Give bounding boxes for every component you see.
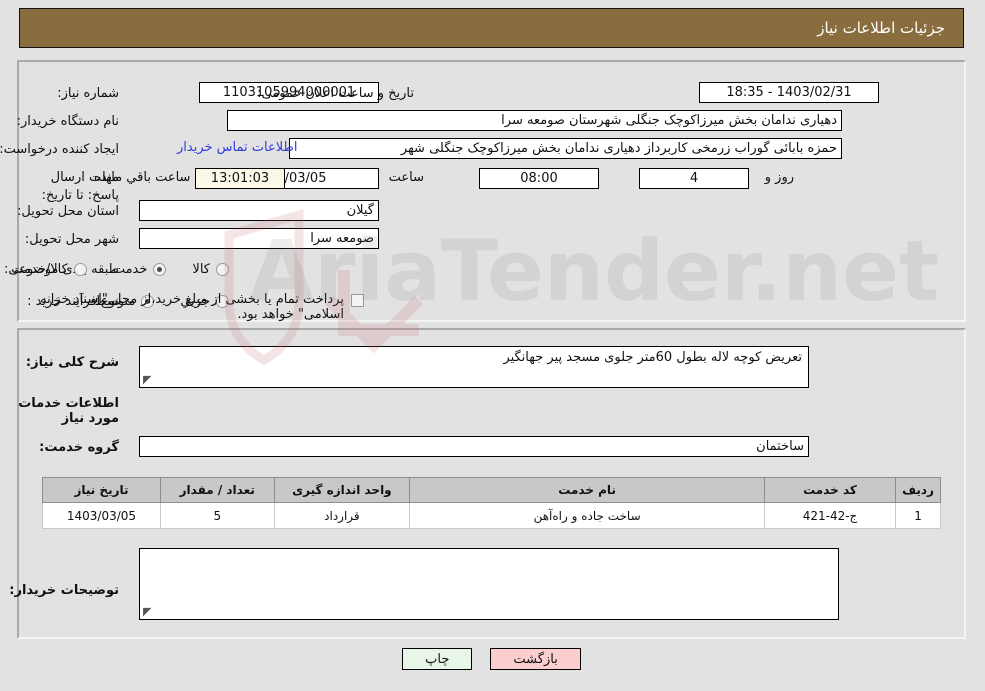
days-left-value: 4: [640, 168, 750, 189]
buyer-contact-link[interactable]: اطلاعات تماس خریدار: [178, 140, 298, 155]
category-option-kala-khedmat-label: کالا/خدمت: [12, 261, 69, 277]
service-group-label: گروه خدمت:: [40, 440, 120, 455]
services-table-header-row: ردیف کد خدمت نام خدمت واحد اندازه گیری ت…: [43, 477, 942, 503]
province-value: گیلان: [140, 200, 380, 221]
description-value: تعریض کوچه لاله بطول 60متر جلوی مسجد پیر…: [504, 350, 803, 365]
services-heading: اطلاعات خدمات مورد نیاز: [19, 396, 120, 426]
page-header: جزئیات اطلاعات نیاز: [20, 8, 965, 48]
city-value: صومعه سرا: [140, 228, 380, 249]
need-number-label-row: شماره نیاز:: [58, 82, 120, 104]
radio-kala-icon[interactable]: [217, 262, 230, 276]
page-title: جزئیات اطلاعات نیاز: [818, 19, 946, 37]
col-qty: تعداد / مقدار: [160, 477, 276, 503]
request-creator-label-row: ایجاد کننده درخواست:: [0, 138, 120, 160]
buyer-notes-label: توضیحات خریدار:: [10, 583, 120, 598]
treasury-text: پرداخت تمام یا بخشی از مبلغ خرید،از محل …: [41, 292, 345, 322]
announce-datetime-value: 1403/02/31 - 18:35: [700, 82, 880, 103]
deadline-time-label: ساعت: [389, 170, 425, 185]
cell-unit: قرارداد: [274, 502, 412, 529]
radio-khedmat-icon[interactable]: [154, 262, 168, 276]
description-label: شرح کلی نیاز:: [26, 355, 120, 370]
buyer-notes-textarea[interactable]: ◥: [140, 548, 840, 620]
category-option-kala-label: کالا: [193, 261, 211, 277]
button-bar: بازگشت چاپ: [0, 648, 985, 670]
city-label: شهر محل تحویل:: [25, 231, 120, 247]
col-code: کد خدمت: [764, 477, 898, 503]
print-button[interactable]: چاپ: [403, 648, 474, 670]
category-option-kala-khedmat[interactable]: کالا/خدمت: [12, 262, 88, 277]
services-table: ردیف کد خدمت نام خدمت واحد اندازه گیری ت…: [43, 477, 942, 529]
category-option-kala[interactable]: کالا: [193, 262, 230, 277]
description-textarea[interactable]: تعریض کوچه لاله بطول 60متر جلوی مسجد پیر…: [140, 346, 810, 388]
days-left-label: روز و: [765, 170, 795, 185]
service-group-value: ساختمان: [140, 436, 810, 457]
cell-row: 1: [896, 502, 942, 529]
resize-grip-icon-2[interactable]: ◥: [144, 605, 152, 618]
cell-date: 1403/03/05: [43, 502, 162, 529]
announce-datetime-label-row: تاریخ و ساعت اعلان عمومی:: [258, 82, 415, 104]
cell-qty: 5: [160, 502, 276, 529]
province-label-row: استان محل تحویل:: [18, 200, 120, 222]
category-option-khedmat[interactable]: خدمت: [114, 262, 168, 277]
province-label: استان محل تحویل:: [18, 203, 120, 219]
countdown-value: 13:01:03: [196, 168, 286, 189]
buyer-org-label: نام دستگاه خریدار:: [17, 113, 120, 129]
request-creator-label: ایجاد کننده درخواست:: [0, 141, 120, 157]
announce-datetime-label: تاریخ و ساعت اعلان عمومی:: [258, 85, 415, 101]
category-options: کالا خدمت کالا/خدمت: [0, 258, 230, 280]
resize-grip-icon[interactable]: ◥: [144, 373, 152, 386]
city-label-row: شهر محل تحویل:: [26, 228, 120, 250]
need-number-label: شماره نیاز:: [58, 85, 120, 101]
category-option-khedmat-label: خدمت: [113, 261, 149, 277]
table-row: 1 ج-42-421 ساخت جاده و راه‌آهن قرارداد 5…: [43, 502, 942, 529]
col-name: نام خدمت: [410, 477, 766, 503]
countdown-label: ساعت باقي مانده: [95, 170, 192, 185]
col-unit: واحد اندازه گیری: [274, 477, 412, 503]
radio-kala-khedmat-icon[interactable]: [74, 262, 88, 276]
cell-name: ساخت جاده و راه‌آهن: [410, 502, 766, 529]
cell-code: ج-42-421: [764, 502, 898, 529]
col-date: تاریخ نیاز: [43, 477, 162, 503]
treasury-checkbox[interactable]: [352, 294, 365, 307]
buyer-org-value: دهیاری ندامان بخش میرزاکوچک جنگلی شهرستا…: [228, 110, 843, 131]
buyer-org-label-row: نام دستگاه خریدار:: [18, 110, 120, 132]
request-creator-value: حمزه بابائی گوراب زرمخی کاربرداز دهیاری …: [290, 138, 843, 159]
col-row: ردیف: [896, 477, 942, 503]
deadline-time-value: 08:00: [480, 168, 600, 189]
back-button[interactable]: بازگشت: [491, 648, 582, 670]
